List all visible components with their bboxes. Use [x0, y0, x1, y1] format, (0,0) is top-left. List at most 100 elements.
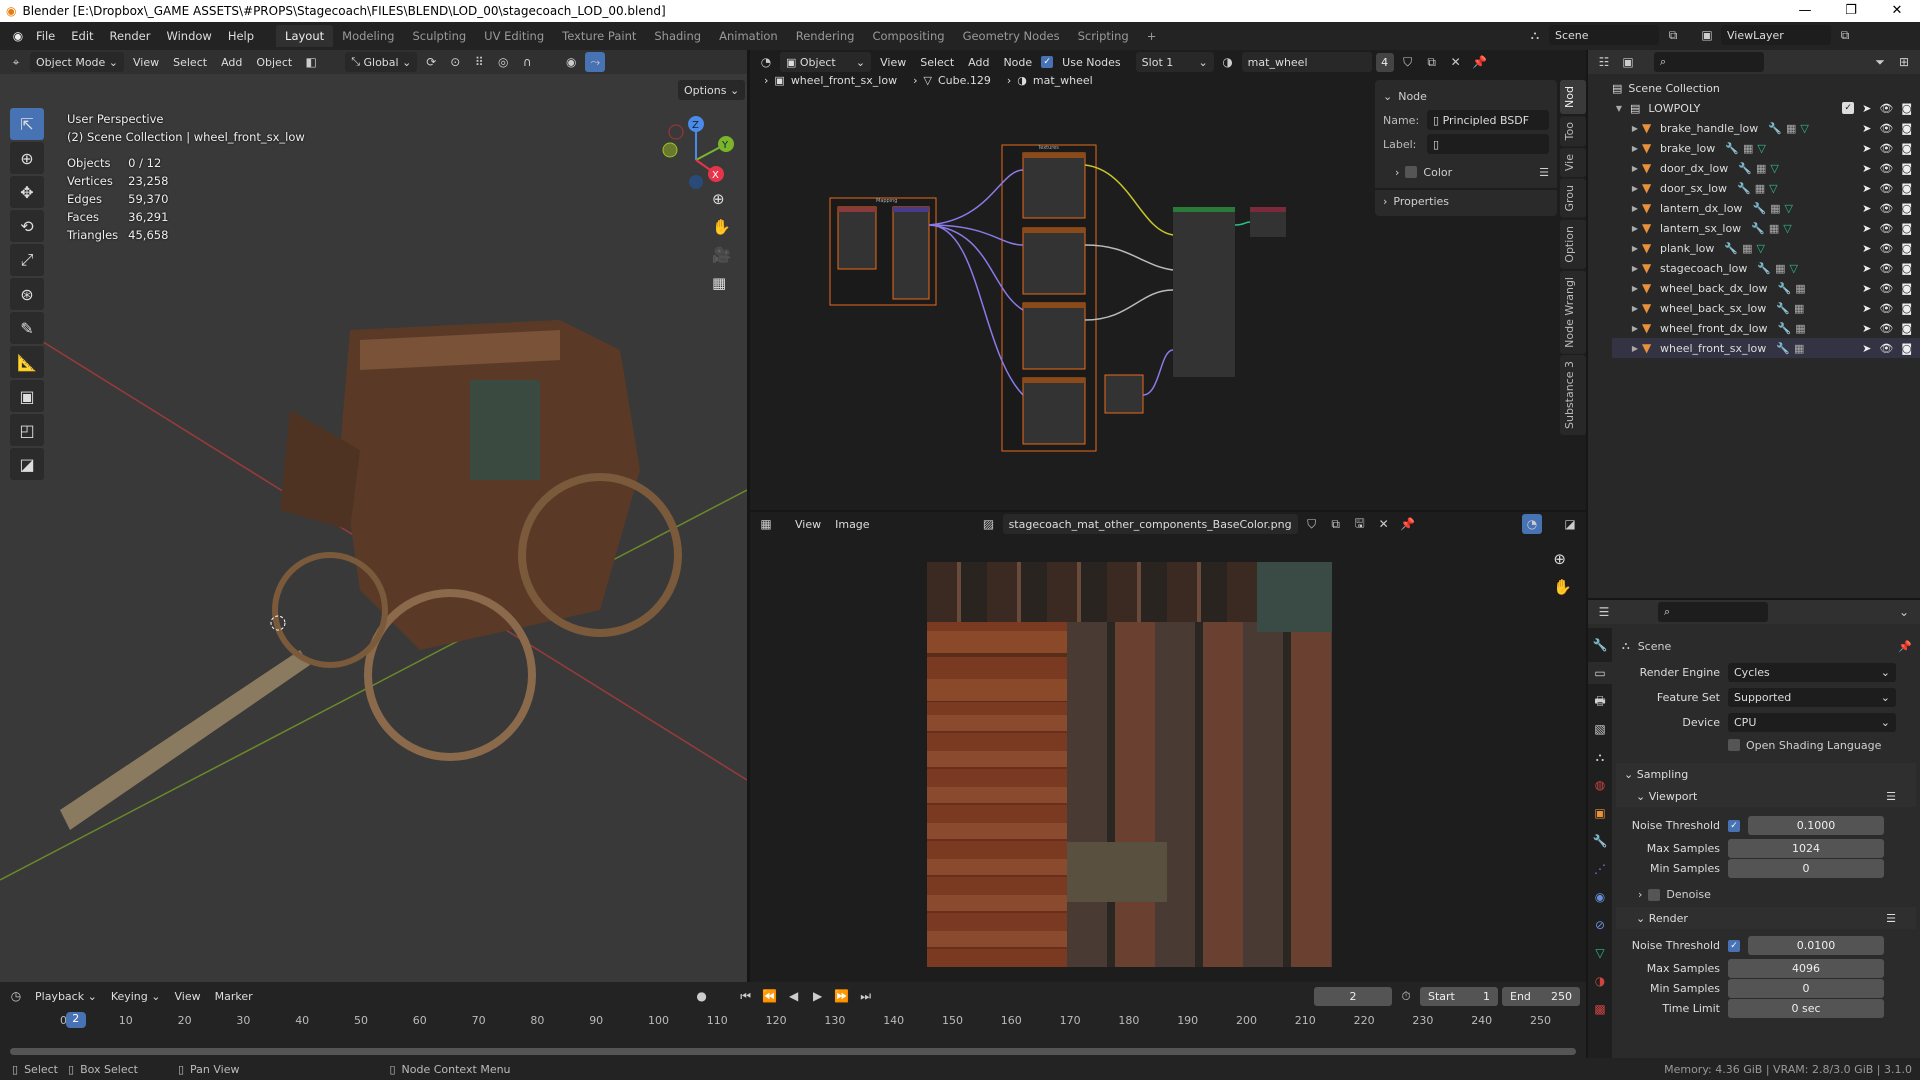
workspace-tab-uv-editing[interactable]: UV Editing	[475, 25, 553, 47]
selectable-icon[interactable]: ➤	[1862, 122, 1871, 135]
expand-arrow-icon[interactable]: ▶	[1628, 144, 1642, 153]
expand-arrow-icon[interactable]: ▶	[1628, 284, 1642, 293]
add-cube-tool[interactable]: ▣	[10, 380, 44, 412]
viewport-subpanel-header[interactable]: ⌄ Viewport ☰	[1616, 785, 1916, 807]
eye-icon[interactable]: 👁	[1879, 262, 1893, 275]
blender-menu-icon[interactable]: ◉	[8, 26, 28, 46]
node-label-field[interactable]: ▯	[1427, 134, 1549, 154]
keying-menu[interactable]: Keying ⌄	[106, 990, 166, 1003]
render-noise-checkbox[interactable]: ✓	[1728, 939, 1740, 952]
eye-icon[interactable]: 👁	[1879, 162, 1893, 175]
expand-arrow-icon[interactable]: ▶	[1628, 224, 1642, 233]
eye-icon[interactable]: 👁	[1879, 202, 1893, 215]
pin-icon[interactable]: 📌	[1470, 52, 1490, 72]
expand-arrow-icon[interactable]: ▶	[1628, 204, 1642, 213]
filter-icon[interactable]: ⏷	[1870, 52, 1890, 72]
workspace-tab-modeling[interactable]: Modeling	[333, 25, 403, 47]
material-tab-icon[interactable]: ◑	[1595, 970, 1605, 992]
render-min-samples-field[interactable]: 0	[1728, 978, 1884, 998]
tab-view[interactable]: Vie	[1560, 148, 1586, 178]
node-section-header[interactable]: ⌄ Node	[1375, 84, 1557, 108]
stopwatch-icon[interactable]: ⏱	[1396, 986, 1416, 1006]
image-editor[interactable]: ▦ View Image ▨ stagecoach_mat_other_comp…	[750, 512, 1586, 982]
measure-tool[interactable]: 📐	[10, 346, 44, 378]
time-limit-field[interactable]: 0 sec	[1728, 998, 1884, 1018]
scale-tool[interactable]: ⤢	[10, 244, 44, 276]
expand-arrow-icon[interactable]: ▼	[1612, 104, 1626, 113]
pin-icon[interactable]: 📌	[1398, 514, 1418, 534]
menu-edit[interactable]: Edit	[63, 29, 101, 43]
tab-tool[interactable]: Too	[1560, 115, 1586, 147]
end-frame-field[interactable]: End 250	[1502, 986, 1580, 1006]
workspace-tab-scripting[interactable]: Scripting	[1069, 25, 1138, 47]
menu-help[interactable]: Help	[220, 29, 262, 43]
feature-set-dropdown[interactable]: Supported ⌄	[1728, 688, 1896, 707]
render-tab-icon[interactable]: ▭	[1588, 662, 1612, 684]
viewport-min-samples-field[interactable]: 0	[1728, 858, 1884, 878]
current-frame-field[interactable]: 2	[1314, 986, 1392, 1006]
menu-file[interactable]: File	[28, 29, 63, 43]
node-name-field[interactable]: ▯ Principled BSDF	[1427, 110, 1549, 130]
timeline-menu-view[interactable]: View	[169, 990, 205, 1003]
playhead[interactable]: 2	[65, 1012, 86, 1028]
unlink-image-icon[interactable]: ✕	[1374, 514, 1394, 534]
particles-tab-icon[interactable]: ⋰	[1594, 858, 1606, 880]
tab-options[interactable]: Option	[1560, 219, 1586, 269]
modifier-icon[interactable]: 🔧	[1737, 182, 1751, 195]
camera-view-icon[interactable]: 🎥	[712, 246, 731, 264]
render-camera-icon[interactable]: ◙	[1901, 222, 1912, 235]
mesh-data-icon[interactable]: ▽	[1785, 202, 1793, 215]
outliner-row[interactable]: ▶ ▼ door_sx_low 🔧 ▦ ▽ ➤ 👁 ◙	[1612, 178, 1920, 198]
mesh-data-icon[interactable]: ▽	[1769, 182, 1777, 195]
render-engine-dropdown[interactable]: Cycles ⌄	[1728, 663, 1896, 682]
render-camera-icon[interactable]: ◙	[1901, 322, 1912, 335]
data-tab-icon[interactable]: ▽	[1595, 942, 1604, 964]
selectable-icon[interactable]: ➤	[1862, 302, 1871, 315]
presets-list-icon[interactable]: ☰	[1886, 912, 1896, 925]
outliner-row[interactable]: ▶ ▼ wheel_front_dx_low 🔧 ▦ ➤ 👁 ◙	[1612, 318, 1920, 338]
eye-icon[interactable]: 👁	[1879, 302, 1893, 315]
expand-arrow-icon[interactable]: ▶	[1628, 244, 1642, 253]
render-camera-icon[interactable]: ◙	[1901, 182, 1912, 195]
node-graph[interactable]: Mapping Textures	[750, 50, 1370, 510]
display-channels-icon[interactable]: ◪	[1560, 514, 1580, 534]
outliner-row[interactable]: ▶ ▼ door_dx_low 🔧 ▦ ▽ ➤ 👁 ◙	[1612, 158, 1920, 178]
render-camera-icon[interactable]: ◙	[1901, 102, 1912, 115]
navigation-gizmo[interactable]: Z Y X	[660, 110, 740, 190]
modifier-tab-icon[interactable]: 🔧	[1593, 830, 1608, 852]
eye-icon[interactable]: 👁	[1879, 342, 1893, 355]
modifier-icon[interactable]: 🔧	[1777, 282, 1791, 295]
denoise-subpanel[interactable]: › Denoise	[1616, 882, 1916, 907]
selectable-icon[interactable]: ➤	[1862, 222, 1871, 235]
timeline-menu-marker[interactable]: Marker	[210, 990, 258, 1003]
mesh-data-icon[interactable]: ▽	[1770, 162, 1778, 175]
pan-hand-icon[interactable]: ✋	[1553, 578, 1572, 596]
tool-tab-icon[interactable]: 🔧	[1593, 634, 1608, 656]
cursor-tool[interactable]: ⊕	[10, 142, 44, 174]
image-menu-image[interactable]: Image	[830, 518, 874, 531]
image-menu-view[interactable]: View	[790, 518, 826, 531]
workspace-tab-rendering[interactable]: Rendering	[787, 25, 864, 47]
scene-tab-icon[interactable]: ⛬	[1596, 746, 1604, 768]
auto-keying-icon[interactable]: ●	[692, 986, 712, 1006]
osl-checkbox[interactable]	[1728, 739, 1740, 751]
render-camera-icon[interactable]: ◙	[1901, 282, 1912, 295]
modifier-icon[interactable]: 🔧	[1757, 262, 1771, 275]
device-dropdown[interactable]: CPU ⌄	[1728, 713, 1896, 732]
selectable-icon[interactable]: ➤	[1862, 342, 1871, 355]
render-camera-icon[interactable]: ◙	[1901, 342, 1912, 355]
frame-ruler[interactable]: 0 10 20 30 40 50 60 70 80 90 100 110 120 130 140 150 160…	[0, 1012, 1586, 1030]
modifier-icon[interactable]: 🔧	[1776, 342, 1790, 355]
jump-start-icon[interactable]: ⏮	[736, 986, 756, 1006]
selectable-icon[interactable]: ➤	[1862, 262, 1871, 275]
outliner-row[interactable]: ▶ ▼ wheel_back_dx_low 🔧 ▦ ➤ 👁 ◙	[1612, 278, 1920, 298]
outliner-row[interactable]: ▶ ▼ lantern_sx_low 🔧 ▦ ▽ ➤ 👁 ◙	[1612, 218, 1920, 238]
outliner-row[interactable]: ▶ ▼ brake_low 🔧 ▦ ▽ ➤ 👁 ◙	[1612, 138, 1920, 158]
tab-node-wrangler[interactable]: Node Wrangl	[1560, 270, 1586, 354]
render-noise-field[interactable]: 0.0100	[1748, 936, 1884, 955]
render-subpanel-header[interactable]: ⌄ Render ☰	[1616, 907, 1916, 929]
scene-collection-row[interactable]: ▤ Scene Collection	[1612, 78, 1920, 98]
duplicate-image-icon[interactable]: ⧉	[1326, 514, 1346, 534]
fake-user-icon[interactable]: ⛉	[1302, 514, 1322, 534]
outliner-type-icon[interactable]: ☷	[1594, 52, 1614, 72]
